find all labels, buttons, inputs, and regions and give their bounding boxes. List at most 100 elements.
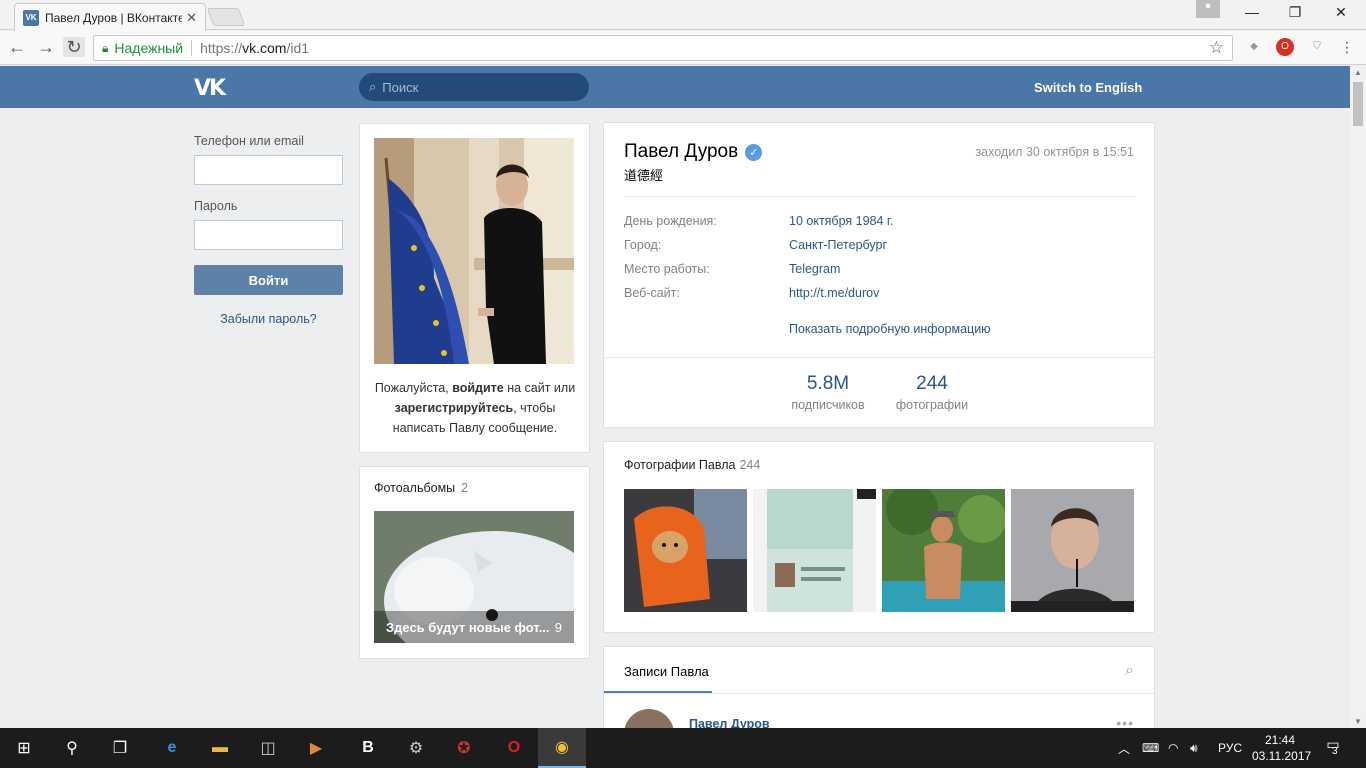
page-scrollbar[interactable]: ▲ ▼ [1350, 66, 1366, 728]
notifications-icon[interactable]: ▭ 3 [1318, 736, 1348, 760]
search-icon[interactable]: ⚲ [48, 728, 96, 768]
counters-divider [604, 357, 1154, 358]
album-photo-count: 9 [554, 620, 562, 635]
albums-count: 2 [461, 481, 469, 495]
opera-icon[interactable]: O [490, 728, 538, 768]
clock-time: 21:44 [1264, 733, 1296, 747]
info-row-website: Веб-сайт: http://t.me/durov [624, 286, 879, 300]
info-value[interactable]: 10 октября 1984 г. [789, 214, 893, 228]
scroll-down-icon[interactable]: ▼ [1354, 717, 1362, 726]
close-tab-icon[interactable]: ✕ [186, 10, 197, 26]
photos-header[interactable]: Фотографии Павла 244 [624, 458, 760, 472]
profile-name-text: Павел Дуров [624, 141, 739, 162]
store-icon[interactable]: ◫ [244, 728, 292, 768]
album-cover[interactable]: Здесь будут новые фот... 9 [374, 511, 574, 643]
posts-card: Записи Павла ⌕ Павел Дуров ••• [603, 646, 1155, 759]
photo-thumbnail[interactable] [1011, 489, 1134, 612]
new-tab-button[interactable] [206, 8, 246, 26]
steam-icon[interactable]: ⚙ [392, 728, 440, 768]
vk-favicon-icon: VK [23, 9, 39, 26]
volume-icon[interactable]: 🔊︎ [1190, 728, 1198, 768]
address-bar[interactable]: 🔒︎ Надежный https://vk.com/id1 ☆ [93, 35, 1233, 61]
network-icon[interactable]: ◠ [1168, 728, 1178, 768]
login-button[interactable]: Войти [194, 265, 343, 295]
clock[interactable]: 21:44 03.11.2017 [1252, 732, 1311, 764]
info-label: Веб-сайт: [624, 286, 680, 300]
info-value[interactable]: http://t.me/durov [789, 286, 879, 300]
photos-card: Фотографии Павла 244 [603, 441, 1155, 633]
browser-toolbar: ← → ↻ 🔒︎ Надежный https://vk.com/id1 ☆ ◆… [0, 31, 1366, 65]
edge-icon[interactable]: e [148, 728, 196, 768]
counter-label: подписчиков [791, 398, 865, 412]
albums-title: Фотоальбомы [374, 481, 456, 495]
followers-counter[interactable]: 5.8M подписчиков [788, 373, 868, 412]
switch-language-link[interactable]: Switch to English [1034, 80, 1142, 95]
keyboard-icon[interactable]: ⌨ [1142, 728, 1159, 768]
counter-label: фотографии [895, 398, 969, 412]
info-value[interactable]: Санкт-Петербург [789, 238, 887, 252]
tray-chevron-icon[interactable]: ︿ [1118, 728, 1130, 768]
tab-title: Павел Дуров | ВКонтакте [45, 10, 183, 25]
info-row-birthday: День рождения: 10 октября 1984 г. [624, 214, 893, 228]
url-scheme: https:// [200, 40, 243, 56]
profile-card: Павел Дуров ✓ 道德經 заходил 30 октября в 1… [603, 122, 1155, 428]
task-view-icon[interactable]: ❐ [96, 728, 144, 768]
info-row-work: Место работы: Telegram [624, 262, 840, 276]
vk-app-icon[interactable]: B [344, 728, 392, 768]
chrome-icon[interactable]: ◉ [538, 728, 586, 768]
game-app-icon[interactable]: ✪ [440, 728, 488, 768]
media-player-icon[interactable]: ▶ [292, 728, 340, 768]
close-window-icon[interactable]: ✕ [1318, 4, 1364, 21]
profile-name: Павел Дуров ✓ [624, 141, 763, 163]
info-value[interactable]: Telegram [789, 262, 840, 276]
bookmark-star-icon[interactable]: ☆ [1209, 38, 1224, 58]
photo-thumbnail[interactable] [624, 489, 747, 612]
extension-icon[interactable]: ◆ [1245, 38, 1263, 56]
photos-title: Фотографии Павла [624, 458, 736, 472]
vk-logo[interactable]: VK [194, 76, 228, 101]
lock-icon: 🔒︎ [102, 40, 109, 55]
language-indicator[interactable]: РУС [1218, 728, 1242, 768]
photos-counter[interactable]: 244 фотографии [892, 373, 972, 412]
secure-label: Надежный [114, 40, 184, 56]
prompt-text-2: на сайт или [503, 381, 576, 395]
profile-photo[interactable] [374, 138, 574, 364]
scroll-up-icon[interactable]: ▲ [1354, 68, 1362, 77]
info-label: День рождения: [624, 214, 717, 228]
opera-extension-icon[interactable]: O [1276, 38, 1294, 56]
show-more-info-link[interactable]: Показать подробную информацию [789, 322, 991, 336]
start-icon[interactable]: ⊞ [0, 728, 48, 768]
windows-taskbar: ⊞ ⚲ ❐ e ▬ ◫ ▶ B ⚙ ✪ O ◉ ︿ ⌨ ◠ 🔊︎ РУС 21:… [0, 728, 1366, 768]
restore-icon[interactable]: ❐ [1272, 4, 1318, 21]
counter-value: 5.8M [806, 373, 850, 394]
albums-card: Фотоальбомы 2 Здесь будут новые фот... 9 [359, 466, 590, 659]
vk-header: VK ⌕ Поиск Switch to English [0, 66, 1350, 108]
search-icon[interactable]: ⌕ [1125, 662, 1134, 680]
reload-icon[interactable]: ↻ [63, 37, 85, 57]
tab-posts[interactable]: Записи Павла [624, 664, 709, 679]
back-icon[interactable]: ← [6, 37, 28, 57]
info-row-city: Город: Санкт-Петербург [624, 238, 887, 252]
search-input[interactable]: ⌕ Поиск [359, 73, 589, 101]
password-field[interactable] [194, 220, 343, 250]
photo-thumbnail[interactable] [882, 489, 1005, 612]
browser-tab-strip: VK Павел Дуров | ВКонтакте ✕ ● — ❐ ✕ [0, 0, 1366, 31]
file-explorer-icon[interactable]: ▬ [196, 728, 244, 768]
phone-email-field[interactable] [194, 155, 343, 185]
scroll-thumb[interactable] [1353, 82, 1363, 126]
minimize-icon[interactable]: — [1229, 4, 1275, 20]
albums-header[interactable]: Фотоальбомы 2 [374, 481, 468, 495]
info-label: Место работы: [624, 262, 710, 276]
forward-icon[interactable]: → [35, 37, 57, 57]
register-link[interactable]: зарегистрируйтесь [395, 401, 514, 415]
login-link[interactable]: войдите [452, 381, 504, 395]
verified-icon: ✓ [745, 143, 763, 161]
photo-thumbnail[interactable] [753, 489, 876, 612]
forgot-password-link[interactable]: Забыли пароль? [194, 312, 343, 326]
profile-icon[interactable]: ● [1196, 0, 1220, 18]
browser-tab[interactable]: VK Павел Дуров | ВКонтакте ✕ [14, 3, 206, 31]
counter-value: 244 [916, 373, 948, 394]
menu-icon[interactable]: ⋮ [1338, 38, 1356, 56]
phone-label: Телефон или email [194, 134, 304, 148]
shield-icon[interactable]: ⛉ [1308, 38, 1326, 56]
